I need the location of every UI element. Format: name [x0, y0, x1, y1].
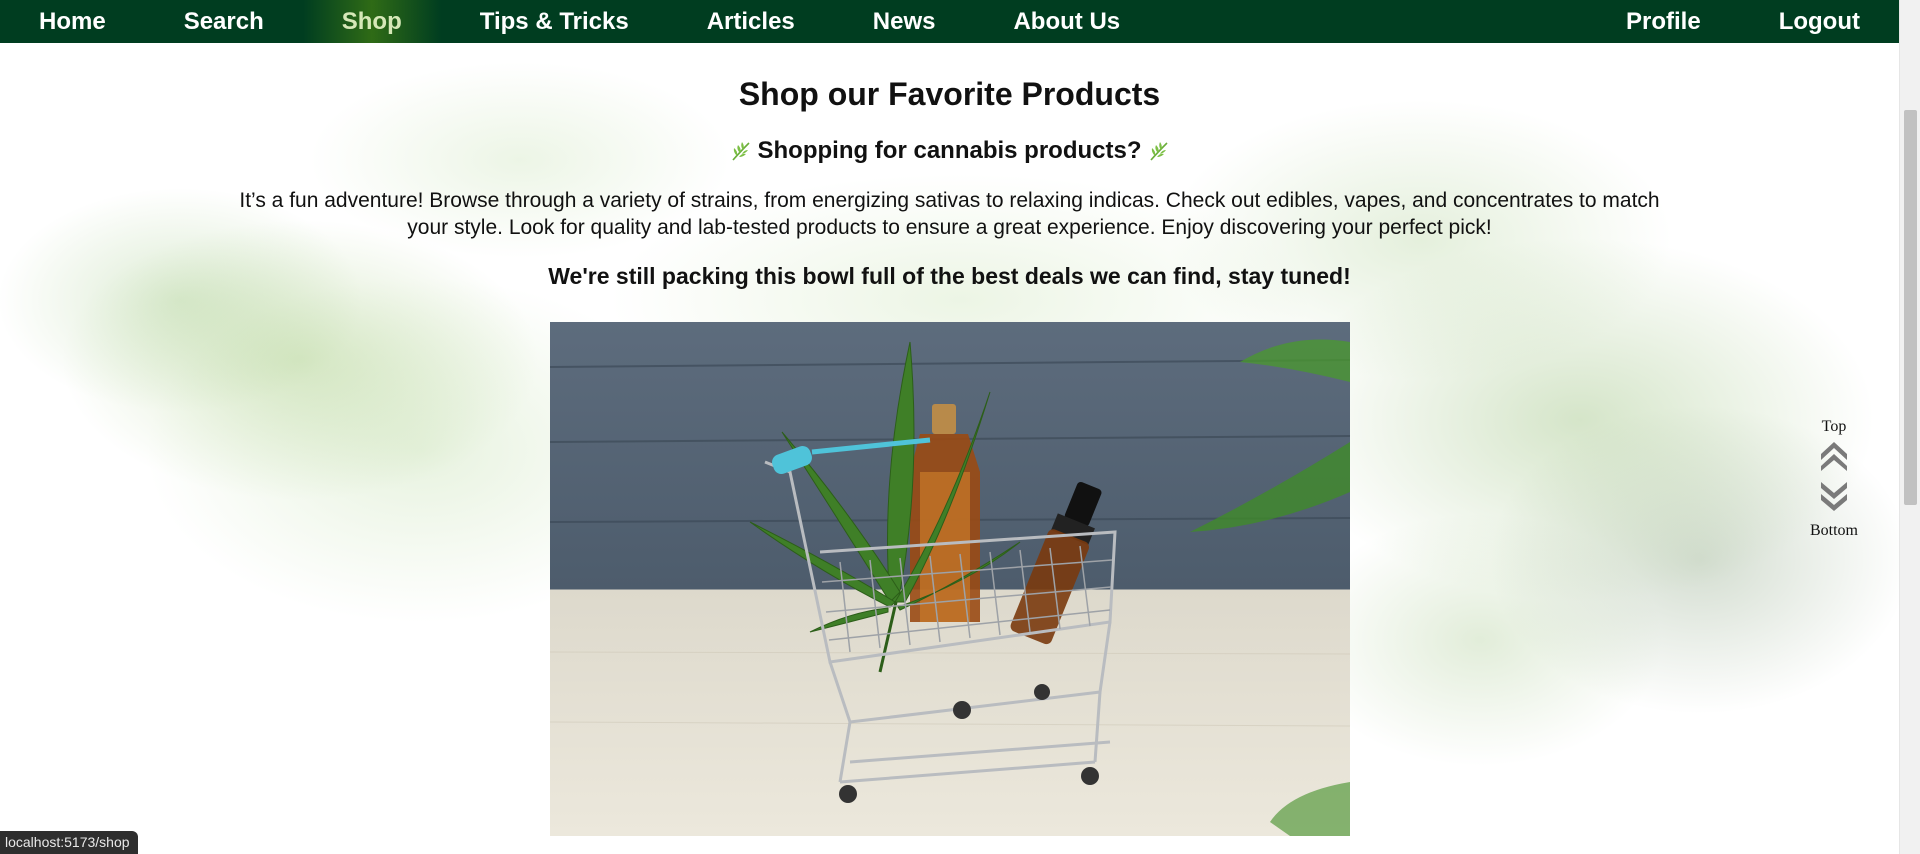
scrollbar-thumb[interactable] [1904, 110, 1917, 505]
page-title: Shop our Favorite Products [738, 76, 1161, 112]
subtitle: Shopping for cannabis products? [0, 137, 1899, 165]
chevron-double-up-icon[interactable] [1819, 439, 1849, 476]
subtitle-text: Shopping for cannabis products? [757, 137, 1142, 164]
status-bar-url: localhost:5173/shop [0, 831, 138, 854]
nav-search[interactable]: Search [145, 0, 303, 43]
page-scrollbar[interactable] [1899, 0, 1920, 854]
nav-articles[interactable]: Articles [668, 0, 834, 43]
nav-shop[interactable]: Shop [302, 0, 441, 43]
nav-logout[interactable]: Logout [1740, 0, 1899, 43]
nav-left-group: Home Search Shop Tips & Tricks Articles … [0, 0, 1159, 43]
intro-paragraph: It’s a fun adventure! Browse through a v… [239, 189, 1660, 239]
nav-home[interactable]: Home [0, 0, 145, 43]
main-navigation: Home Search Shop Tips & Tricks Articles … [0, 0, 1899, 43]
main-content: Shop our Favorite Products Shopping for … [0, 43, 1899, 836]
nav-right-group: Profile Logout [1587, 0, 1899, 43]
nav-about-us[interactable]: About Us [974, 0, 1159, 43]
leaf-icon [1148, 140, 1170, 162]
scroll-top-label[interactable]: Top [1822, 418, 1847, 436]
nav-tips-tricks[interactable]: Tips & Tricks [441, 0, 668, 43]
leaf-icon [730, 140, 752, 162]
nav-news[interactable]: News [834, 0, 975, 43]
nav-profile[interactable]: Profile [1587, 0, 1740, 43]
tagline: We're still packing this bowl full of th… [548, 263, 1351, 289]
hero-image-shopping-cart [549, 322, 1350, 836]
scroll-to-control: Top Bottom [1806, 418, 1862, 540]
scroll-bottom-label[interactable]: Bottom [1810, 522, 1858, 540]
chevron-double-down-icon[interactable] [1819, 482, 1849, 519]
